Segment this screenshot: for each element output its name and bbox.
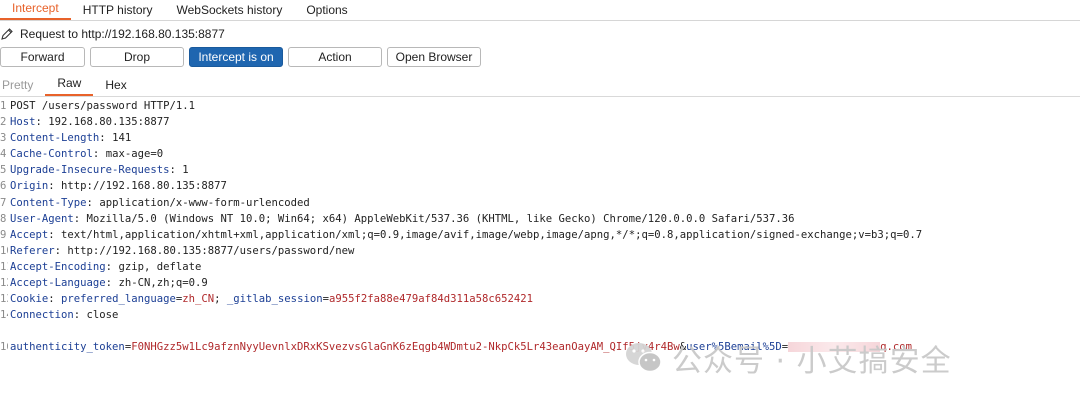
wechat-icon (624, 341, 664, 375)
header-row: 9 Accept: text/html,application/xhtml+xml… (0, 228, 923, 241)
header-name: Referer (10, 244, 55, 257)
request-target-label: Request to http://192.168.80.135:8877 (20, 27, 225, 41)
request-line: POST /users/password HTTP/1.1 (10, 100, 195, 112)
header-value: http://192.168.80.135:8877/users/passwor… (61, 244, 355, 257)
tab-intercept[interactable]: Intercept (0, 0, 71, 20)
header-name: Upgrade-Insecure-Requests (10, 164, 170, 177)
intercept-toolbar: Forward Drop Intercept is on Action Open… (0, 47, 1080, 69)
header-name: Content-Length (10, 132, 100, 145)
raw-request-editor[interactable]: 1 POST /users/password HTTP/1.1 2 Host: 1… (0, 97, 1080, 356)
tab-hex[interactable]: Hex (93, 76, 138, 96)
header-row: 12Accept-Language: zh-CN,zh;q=0.9 (0, 277, 208, 290)
header-name: User-Agent (10, 212, 74, 225)
header-value: 1 (175, 164, 189, 177)
header-name: Accept-Language (10, 277, 106, 290)
header-row: 10Referer: http://192.168.80.135:8877/us… (0, 244, 355, 257)
header-value: Mozilla/5.0 (Windows NT 10.0; Win64; x64… (80, 212, 795, 225)
header-name: Cache-Control (10, 148, 93, 161)
tab-options[interactable]: Options (294, 2, 359, 20)
open-browser-button[interactable]: Open Browser (387, 47, 481, 67)
header-value: 192.168.80.135:8877 (41, 116, 170, 129)
request-line-row: 1 POST /users/password HTTP/1.1 (0, 98, 1080, 114)
tab-pretty[interactable]: Pretty (0, 76, 45, 96)
header-value: gzip, deflate (112, 260, 202, 273)
header-value: http://192.168.80.135:8877 (54, 180, 227, 193)
header-value: max-age=0 (99, 148, 164, 161)
pencil-icon[interactable] (0, 27, 14, 41)
header-name: Origin (10, 180, 49, 193)
drop-button[interactable]: Drop (90, 47, 184, 67)
header-value: 141 (105, 132, 132, 145)
header-name: Accept-Encoding (10, 260, 106, 273)
header-row: 3 Content-Length: 141 (0, 132, 132, 145)
header-row: 2 Host: 192.168.80.135:8877 (0, 116, 170, 129)
header-row: 6 Origin: http://192.168.80.135:8877 (0, 180, 227, 193)
cookie-header-row: 13 Cookie: preferred_language=zh_CN; _gi… (0, 293, 534, 306)
watermark-text: 公众号 · 小艾搞安全 (672, 344, 952, 379)
header-name: Host (10, 116, 36, 129)
header-value: text/html,application/xhtml+xml,applicat… (54, 228, 923, 241)
header-name: Content-Type (10, 196, 87, 209)
forward-button[interactable]: Forward (0, 47, 85, 67)
connection-header-row: 14 Connection: close (0, 309, 119, 322)
intercept-toggle-button[interactable]: Intercept is on (189, 47, 283, 67)
tab-raw[interactable]: Raw (45, 74, 94, 96)
action-button[interactable]: Action (288, 47, 382, 67)
tab-websockets-history[interactable]: WebSockets history (165, 2, 295, 20)
header-row: 5 Upgrade-Insecure-Requests: 1 (0, 164, 189, 177)
watermark: 公众号 · 小艾搞安全 (624, 336, 952, 380)
header-row: 11Accept-Encoding: gzip, deflate (0, 260, 202, 273)
message-view-tabs: Pretty Raw Hex (0, 74, 1080, 97)
header-row: 7 Content-Type: application/x-www-form-ur… (0, 196, 310, 209)
header-row: 4 Cache-Control: max-age=0 (0, 148, 164, 161)
request-target: Request to http://192.168.80.135:8877 (0, 21, 1080, 47)
header-row: 8 User-Agent: Mozilla/5.0 (Windows NT 10.… (0, 212, 795, 225)
header-value: zh-CN,zh;q=0.9 (112, 277, 208, 290)
header-value: application/x-www-form-urlencoded (92, 196, 310, 209)
tab-http-history[interactable]: HTTP history (71, 2, 165, 20)
header-name: Accept (10, 228, 49, 241)
tool-tab-bar: Intercept HTTP history WebSockets histor… (0, 0, 1080, 21)
